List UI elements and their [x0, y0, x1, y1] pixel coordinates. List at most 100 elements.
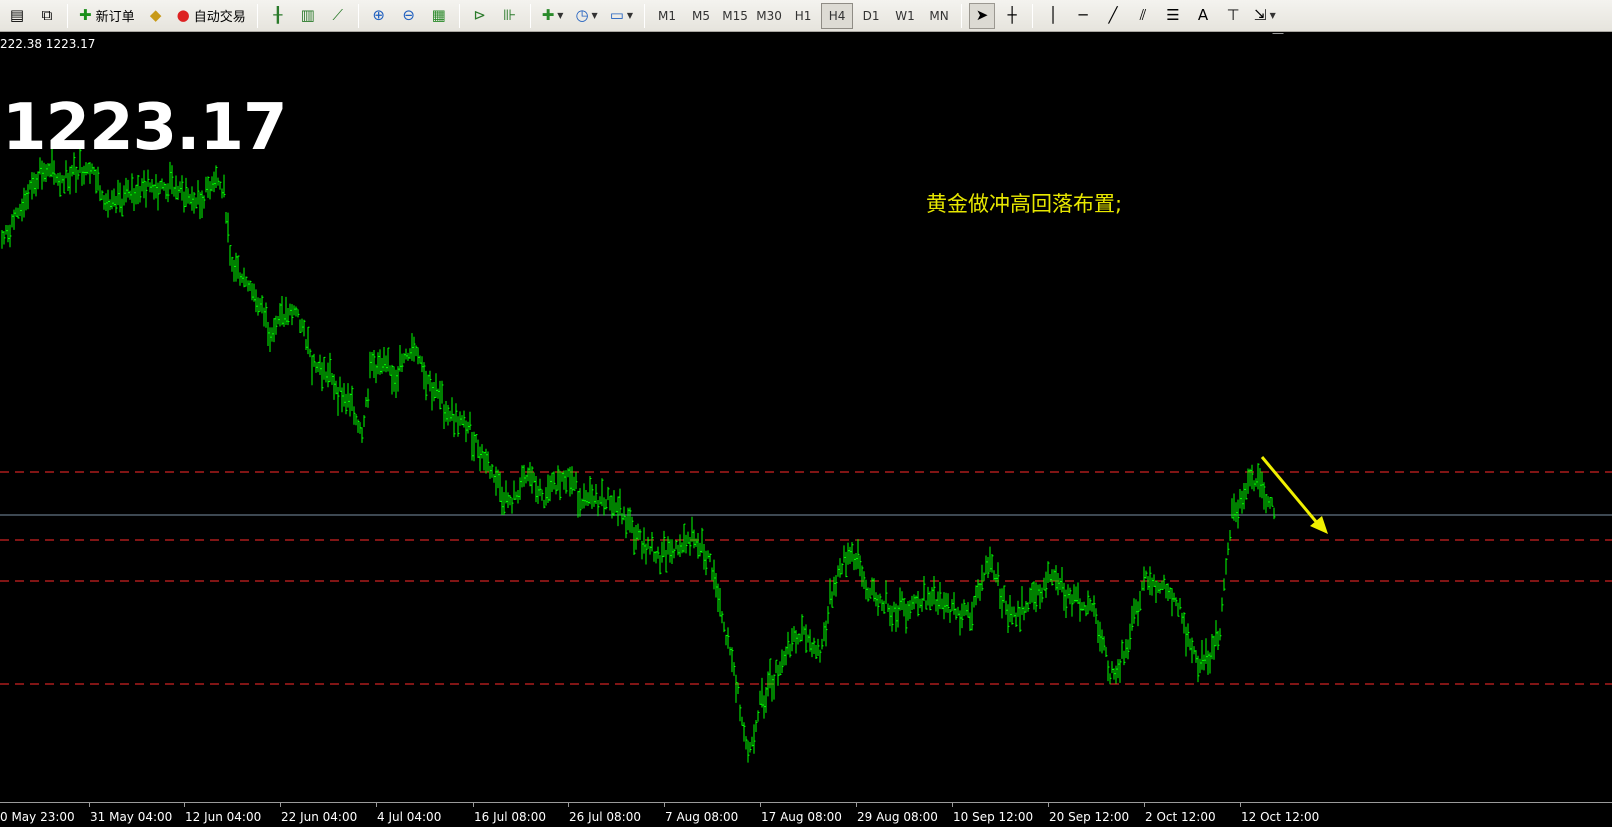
time-label: 2 Oct 12:00 [1145, 810, 1216, 824]
timeframe-mn-button[interactable]: MN [923, 3, 955, 29]
zoom-in-button[interactable]: ⊕ [366, 3, 392, 29]
toolbar-separator [458, 3, 460, 28]
timeframe-h4-button[interactable]: H4 [821, 2, 854, 29]
new-order-icon: ✚ [79, 6, 92, 24]
time-tick-mark [184, 803, 185, 807]
fibonacci-icon: ☰ [1166, 6, 1180, 24]
meta-editor-button[interactable]: ◆ [143, 3, 169, 29]
bar-chart-button[interactable]: ╂ [265, 3, 291, 29]
time-label: 31 May 04:00 [90, 810, 173, 824]
new-chart-button[interactable]: ▤ [4, 3, 30, 29]
chevron-down-icon: ▼ [626, 11, 634, 20]
projection-arrow-line [1260, 456, 1320, 525]
candlestick-icon: ▥ [300, 6, 315, 24]
time-tick-mark [664, 803, 665, 807]
auto-trading-icon: ● [176, 6, 190, 24]
time-label: 22 Jun 04:00 [281, 810, 358, 824]
crosshair-icon: ┼ [1007, 6, 1017, 24]
chevron-down-icon: ▼ [1269, 11, 1276, 20]
equidistant-channel-button[interactable]: ⫽ [1130, 3, 1156, 29]
periods-button[interactable]: ◷ ▼ [571, 3, 601, 29]
bid-ask-readout: 222.38 1223.17 [0, 37, 96, 51]
chevron-down-icon: ▼ [591, 11, 598, 20]
time-label: 12 Jun 04:00 [185, 810, 262, 824]
cursor-icon: ➤ [975, 6, 989, 24]
tile-windows-button[interactable]: ▦ [426, 3, 452, 29]
auto-scroll-button[interactable]: ⊳ [467, 3, 493, 29]
zoom-out-icon: ⊖ [402, 6, 415, 24]
templates-icon: ▭ [609, 6, 624, 24]
time-label: 26 Jul 08:00 [569, 810, 641, 824]
auto-trading-button[interactable]: ● 自动交易 [173, 3, 250, 29]
horizontal-line-button[interactable]: ─ [1070, 3, 1096, 29]
timeframe-m5-button[interactable]: M5 [685, 3, 717, 29]
time-tick-mark [473, 803, 474, 807]
horizontal-line-icon: ─ [1078, 6, 1088, 24]
time-tick-mark [1240, 803, 1241, 807]
time-axis: 0 May 23:00 31 May 04:00 12 Jun 04:00 22 Ju… [0, 802, 1612, 827]
zoom-out-button[interactable]: ⊖ [396, 3, 422, 29]
new-order-button[interactable]: ✚ 新订单 [75, 3, 139, 29]
time-label: 12 Oct 12:00 [1241, 810, 1320, 824]
line-chart-button[interactable]: ⟋ [325, 3, 351, 29]
text-tool-button[interactable]: A [1190, 3, 1216, 29]
line-chart-icon: ⟋ [332, 6, 343, 24]
templates-button[interactable]: ▭ ▼ [606, 3, 637, 29]
candlestick-button[interactable]: ▥ [295, 3, 321, 29]
chevron-down-icon: ▼ [557, 11, 564, 20]
time-tick-mark [568, 803, 569, 807]
timeframe-w1-button[interactable]: W1 [889, 3, 921, 29]
chart-annotation: 黄金做冲高回落布置; [926, 192, 1123, 216]
timeframe-m30-button[interactable]: M30 [753, 3, 785, 29]
time-tick-mark [856, 803, 857, 807]
channel-icon: ⫽ [1139, 6, 1147, 24]
toolbar-separator [357, 3, 359, 28]
profiles-button[interactable]: ⧉ [34, 3, 60, 29]
time-tick-mark [376, 803, 377, 807]
current-price-display: 1223.17 [2, 91, 287, 165]
text-tool-label: A [1197, 6, 1209, 24]
arrows-icon: ⇲ [1254, 6, 1267, 24]
chart-shift-icon: ⊪ [503, 6, 517, 24]
crosshair-button[interactable]: ┼ [999, 3, 1025, 29]
text-label-icon: ⊤ [1226, 6, 1240, 24]
timeframe-m1-button[interactable]: M1 [651, 3, 683, 29]
time-tick-mark [760, 803, 761, 807]
timeframe-m15-button[interactable]: M15 [719, 3, 751, 29]
timeframe-group: M1 M5 M15 M30 H1 H4 D1 W1 MN [650, 2, 956, 29]
arrows-button[interactable]: ⇲ ▼ [1250, 3, 1280, 29]
indicators-button[interactable]: ✚ ▼ [538, 3, 568, 29]
timeframe-d1-button[interactable]: D1 [855, 3, 887, 29]
text-label-button[interactable]: ⊤ [1220, 3, 1246, 29]
time-tick-mark [280, 803, 281, 807]
time-label: 0 May 23:00 [0, 810, 75, 824]
time-label: 29 Aug 08:00 [857, 810, 938, 824]
toolbar-separator [67, 3, 68, 28]
toolbar-separator [644, 3, 646, 28]
timeframe-h1-button[interactable]: H1 [787, 3, 819, 29]
vertical-line-button[interactable]: │ [1040, 3, 1066, 29]
time-label: 16 Jul 08:00 [474, 810, 546, 824]
profiles-icon: ⧉ [41, 6, 53, 24]
time-label: 7 Aug 08:00 [665, 810, 739, 824]
time-tick-mark [1144, 803, 1145, 807]
chart-shift-button[interactable]: ⊪ [497, 3, 523, 29]
fibonacci-button[interactable]: ☰ [1160, 3, 1186, 29]
vertical-line-icon: │ [1048, 6, 1058, 24]
new-order-label: 新订单 [95, 10, 135, 25]
indicators-icon: ✚ [541, 6, 555, 24]
time-tick-mark [1048, 803, 1049, 807]
cursor-button[interactable]: ➤ [969, 2, 996, 29]
toolbar-separator [1032, 3, 1034, 28]
new-chart-icon: ▤ [9, 6, 25, 24]
toolbar-separator [961, 3, 963, 28]
toolbar-separator [529, 3, 531, 28]
bar-chart-icon: ╂ [273, 6, 283, 24]
zoom-in-icon: ⊕ [372, 6, 385, 24]
trendline-button[interactable]: ╱ [1100, 3, 1126, 29]
toolbar-separator [256, 3, 258, 28]
trendline-icon: ╱ [1108, 6, 1118, 24]
meta-editor-icon: ◆ [149, 6, 162, 24]
auto-scroll-icon: ⊳ [473, 6, 486, 24]
auto-trading-label: 自动交易 [193, 10, 246, 25]
